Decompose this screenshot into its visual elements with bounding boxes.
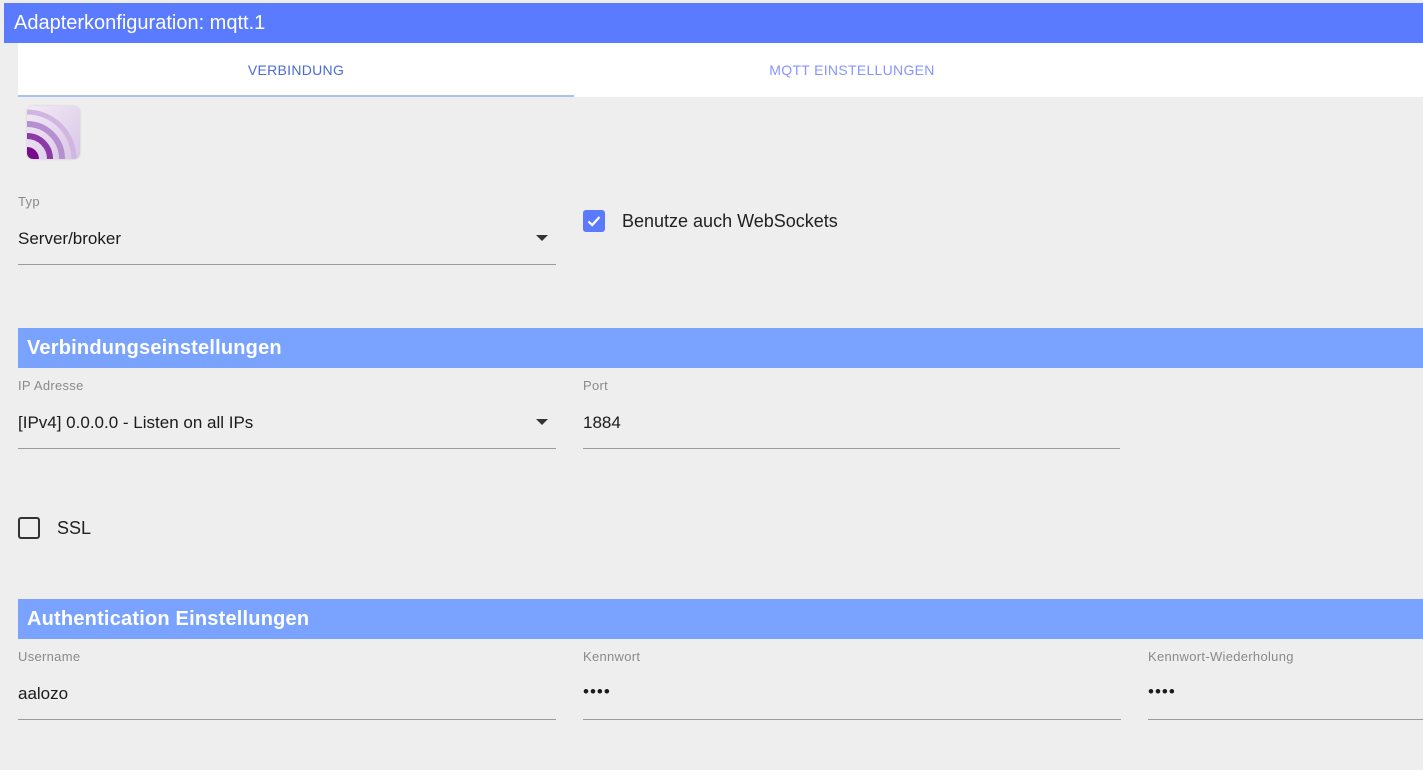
checkmark-icon	[587, 216, 601, 227]
password-input[interactable]: Kennwort ••••	[583, 649, 1121, 721]
ip-address-value: [IPv4] 0.0.0.0 - Listen on all IPs	[18, 413, 254, 432]
typ-value: Server/broker	[18, 229, 121, 248]
port-underline	[583, 448, 1120, 449]
section-header-connection: Verbindungseinstellungen	[18, 328, 1423, 368]
ip-address-underline	[18, 448, 556, 449]
password-repeat-label: Kennwort-Wiederholung	[1148, 649, 1294, 664]
password-repeat-input[interactable]: Kennwort-Wiederholung ••••	[1148, 649, 1423, 721]
ip-address-label: IP Adresse	[18, 378, 84, 393]
tab-mqtt-einstellungen[interactable]: MQTT EINSTELLUNGEN	[574, 43, 1130, 97]
password-underline	[583, 719, 1121, 720]
username-label: Username	[18, 649, 81, 664]
username-underline	[18, 719, 556, 720]
password-value: ••••	[583, 682, 611, 701]
password-repeat-value: ••••	[1148, 682, 1176, 701]
port-value: 1884	[583, 413, 621, 432]
password-label: Kennwort	[583, 649, 641, 664]
port-input[interactable]: Port 1884	[583, 378, 1120, 450]
typ-select[interactable]: Typ Server/broker	[18, 194, 556, 266]
port-label: Port	[583, 378, 609, 393]
ssl-label: SSL	[57, 517, 92, 538]
chevron-down-icon	[536, 235, 548, 241]
tab-verbindung[interactable]: VERBINDUNG	[18, 43, 574, 97]
websockets-checkbox-row[interactable]: Benutze auch WebSockets	[583, 210, 838, 232]
tab-bar: VERBINDUNG MQTT EINSTELLUNGEN	[18, 43, 1423, 97]
password-repeat-underline	[1148, 719, 1423, 720]
username-input[interactable]: Username aalozo	[18, 649, 556, 721]
websockets-label: Benutze auch WebSockets	[622, 210, 838, 231]
window-title: Adapterkonfiguration: mqtt.1	[4, 3, 1423, 43]
ssl-checkbox[interactable]	[18, 517, 40, 539]
websockets-checkbox[interactable]	[583, 210, 605, 232]
ip-address-select[interactable]: IP Adresse [IPv4] 0.0.0.0 - Listen on al…	[18, 378, 556, 450]
section-header-authentication: Authentication Einstellungen	[18, 599, 1423, 639]
ssl-checkbox-row[interactable]: SSL	[18, 517, 91, 539]
mqtt-logo-icon	[27, 106, 80, 159]
typ-underline	[18, 264, 556, 265]
chevron-down-icon	[536, 419, 548, 425]
username-value: aalozo	[18, 684, 69, 703]
typ-label: Typ	[18, 194, 40, 209]
